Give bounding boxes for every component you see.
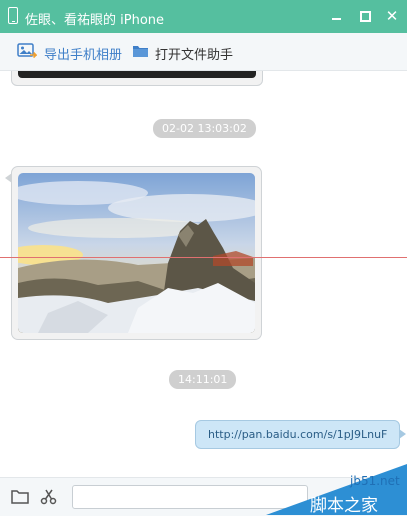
message-timestamp: 02-02 13:03:02 <box>153 119 256 138</box>
watermark-domain: jb51.net <box>350 474 400 488</box>
export-photos-label: 导出手机相册 <box>44 48 123 63</box>
scissors-icon[interactable] <box>40 489 58 505</box>
previous-image-edge <box>18 71 256 78</box>
window-title: 佐眼、看祐眼的 iPhone <box>25 13 165 28</box>
close-button[interactable]: ✕ <box>384 8 400 24</box>
open-file-helper-label: 打开文件助手 <box>155 48 234 63</box>
watermark: jb51.net 脚本之家 <box>266 464 407 515</box>
title-bar: 佐眼、看祐眼的 iPhone ✕ <box>0 0 407 33</box>
mountain-photo[interactable] <box>18 173 255 333</box>
export-photos-button[interactable]: 导出手机相册 <box>17 33 127 70</box>
folder-icon <box>133 46 148 57</box>
drag-guide-line <box>0 257 407 258</box>
previous-image-bubble[interactable] <box>11 71 263 86</box>
image-message-bubble[interactable] <box>5 166 262 340</box>
message-timestamp: 14:11:01 <box>169 370 237 389</box>
toolbar: 导出手机相册 打开文件助手 <box>0 33 407 71</box>
photo-export-icon <box>17 43 37 59</box>
chat-area[interactable]: 02-02 13:03:02 14:11:01 http://pan.baidu… <box>0 71 407 477</box>
phone-icon <box>8 7 18 24</box>
open-file-helper-button[interactable]: 打开文件助手 <box>132 33 242 70</box>
link-message-bubble[interactable]: http://pan.baidu.com/s/1pJ9LnuF <box>195 420 407 449</box>
folder-icon[interactable] <box>11 489 29 505</box>
watermark-brand: 脚本之家 <box>310 496 378 515</box>
maximize-button[interactable] <box>357 8 373 24</box>
minimize-button[interactable] <box>329 8 345 24</box>
